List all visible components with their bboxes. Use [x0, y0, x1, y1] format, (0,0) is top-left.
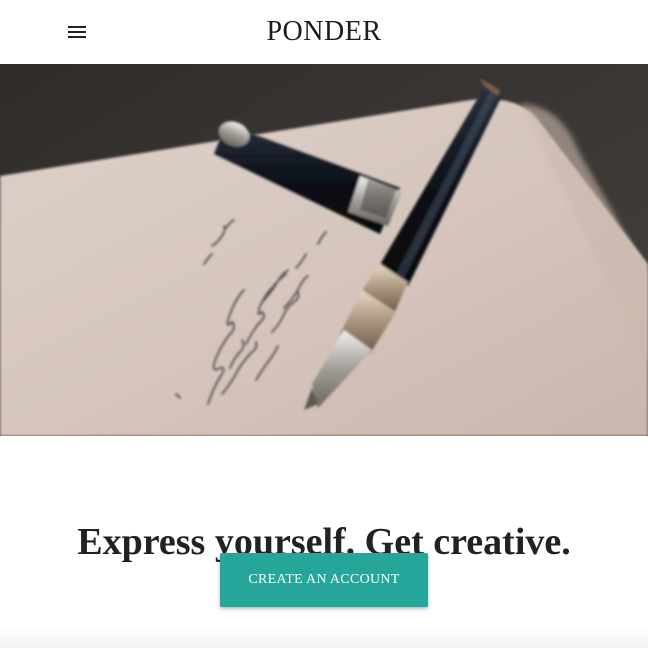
hero-image	[0, 64, 648, 436]
top-bar: PONDER	[0, 0, 648, 64]
fountain-pen-illustration	[0, 64, 648, 436]
create-account-button[interactable]: CREATE AN ACCOUNT	[220, 553, 428, 607]
page: PONDER Express yourself. Get creative. C…	[0, 0, 648, 648]
footer-fade	[0, 626, 648, 648]
brand-logo[interactable]: PONDER	[0, 14, 648, 50]
